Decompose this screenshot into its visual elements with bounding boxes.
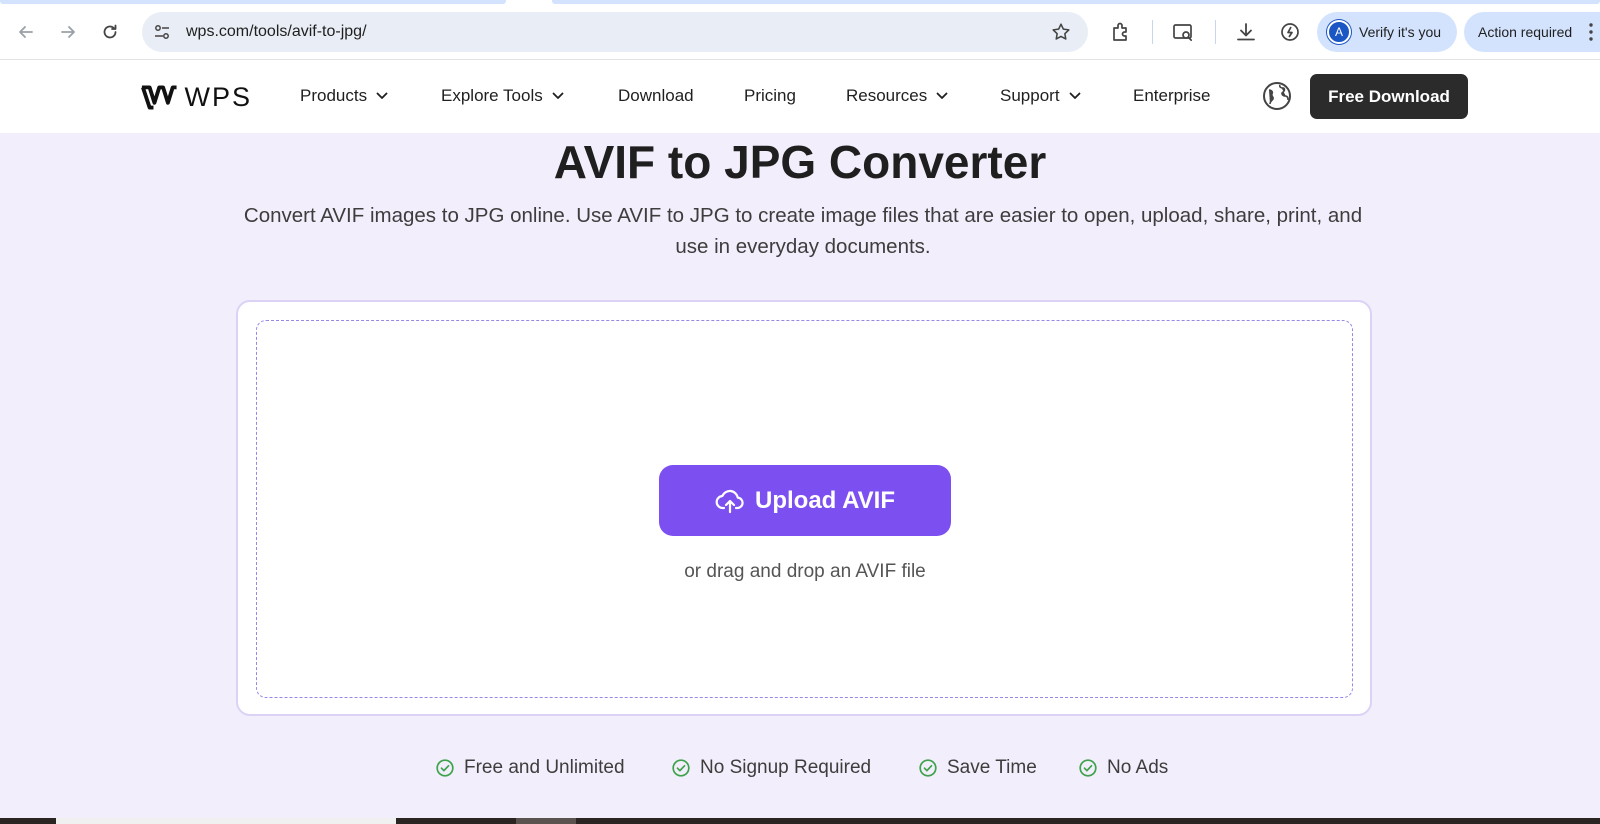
nav-download[interactable]: Download <box>618 86 694 106</box>
taskbar-segment <box>516 818 576 824</box>
toolbar-divider <box>1152 20 1153 44</box>
nav-enterprise[interactable]: Enterprise <box>1133 86 1210 106</box>
upload-avif-button[interactable]: Upload AVIF <box>659 465 951 536</box>
feature-label: No Ads <box>1107 757 1169 778</box>
feature-item: No Signup Required <box>672 757 871 779</box>
page-title: AVIF to JPG Converter <box>553 136 1047 188</box>
nav-label: Explore Tools <box>441 86 543 105</box>
action-required-chip[interactable]: Action required <box>1464 12 1600 52</box>
check-circle-icon <box>436 759 454 777</box>
toolbar-divider <box>1215 20 1216 44</box>
nav-label: Pricing <box>744 86 796 105</box>
extensions-icon[interactable] <box>1109 20 1133 44</box>
upload-label: Upload AVIF <box>755 486 895 514</box>
lens-search-icon[interactable] <box>1171 20 1195 44</box>
check-circle-icon <box>1079 759 1097 777</box>
nav-label: Products <box>300 86 368 105</box>
site-settings-icon[interactable] <box>152 22 172 42</box>
check-circle-icon <box>919 759 937 777</box>
back-button[interactable] <box>12 18 40 46</box>
reload-icon <box>103 24 117 39</box>
chevron-down-icon <box>552 92 564 99</box>
free-download-button[interactable]: Free Download <box>1310 74 1468 119</box>
feature-label: Save Time <box>947 757 1037 778</box>
nav-support[interactable]: Support <box>1000 86 1081 106</box>
reload-button[interactable] <box>96 18 124 46</box>
feature-item: Save Time <box>919 757 1037 779</box>
action-required-label: Action required <box>1478 24 1573 40</box>
forward-button[interactable] <box>54 18 82 46</box>
feature-item: Free and Unlimited <box>436 757 625 779</box>
download-icon[interactable] <box>1234 20 1258 44</box>
logo-text: WPS <box>184 81 252 112</box>
feature-label: No Signup Required <box>700 757 872 778</box>
taskbar-segment <box>56 818 396 824</box>
cloud-upload-icon <box>715 489 744 513</box>
performance-icon[interactable] <box>1278 20 1302 44</box>
tab-strip-edge <box>552 0 1600 4</box>
feature-list: Free and Unlimited No Signup Required Sa… <box>0 757 1600 783</box>
wps-logo-mark-icon <box>141 85 177 110</box>
address-bar[interactable]: wps.com/tools/avif-to-jpg/ <box>142 12 1088 52</box>
verify-label: Verify it's you <box>1359 24 1442 40</box>
wps-logo[interactable]: WPS <box>140 81 252 113</box>
nav-label: Resources <box>846 86 928 105</box>
nav-label: Enterprise <box>1133 86 1211 105</box>
page-description: Convert AVIF images to JPG online. Use A… <box>243 204 1363 258</box>
profile-avatar: A <box>1327 20 1351 44</box>
check-circle-icon <box>672 759 690 777</box>
taskbar-edge <box>0 818 1600 824</box>
nav-label: Support <box>1000 86 1060 105</box>
verify-identity-chip[interactable]: A Verify it's you <box>1317 12 1457 52</box>
nav-resources[interactable]: Resources <box>846 86 948 106</box>
browser-toolbar: wps.com/tools/avif-to-jpg/ A Verify it's… <box>0 0 1600 60</box>
feature-item: No Ads <box>1079 757 1168 779</box>
arrow-left-icon <box>19 26 33 38</box>
nav-pricing[interactable]: Pricing <box>744 86 796 106</box>
site-header: WPS Products Explore Tools Download Pric… <box>0 60 1600 133</box>
chevron-down-icon <box>376 92 388 99</box>
nav-products[interactable]: Products <box>300 86 388 106</box>
nav-label: Download <box>618 86 694 105</box>
chevron-down-icon <box>936 92 948 99</box>
feature-label: Free and Unlimited <box>464 757 625 778</box>
drag-drop-hint: or drag and drop an AVIF file <box>684 561 926 582</box>
more-menu-icon[interactable] <box>1589 22 1593 42</box>
chevron-down-icon <box>1069 92 1080 99</box>
globe-icon[interactable] <box>1262 81 1292 111</box>
nav-explore-tools[interactable]: Explore Tools <box>441 86 564 106</box>
bookmark-star-icon[interactable] <box>1050 21 1072 43</box>
arrow-right-icon <box>61 26 75 38</box>
tab-strip-edge <box>0 0 506 4</box>
url-text[interactable]: wps.com/tools/avif-to-jpg/ <box>186 23 367 41</box>
